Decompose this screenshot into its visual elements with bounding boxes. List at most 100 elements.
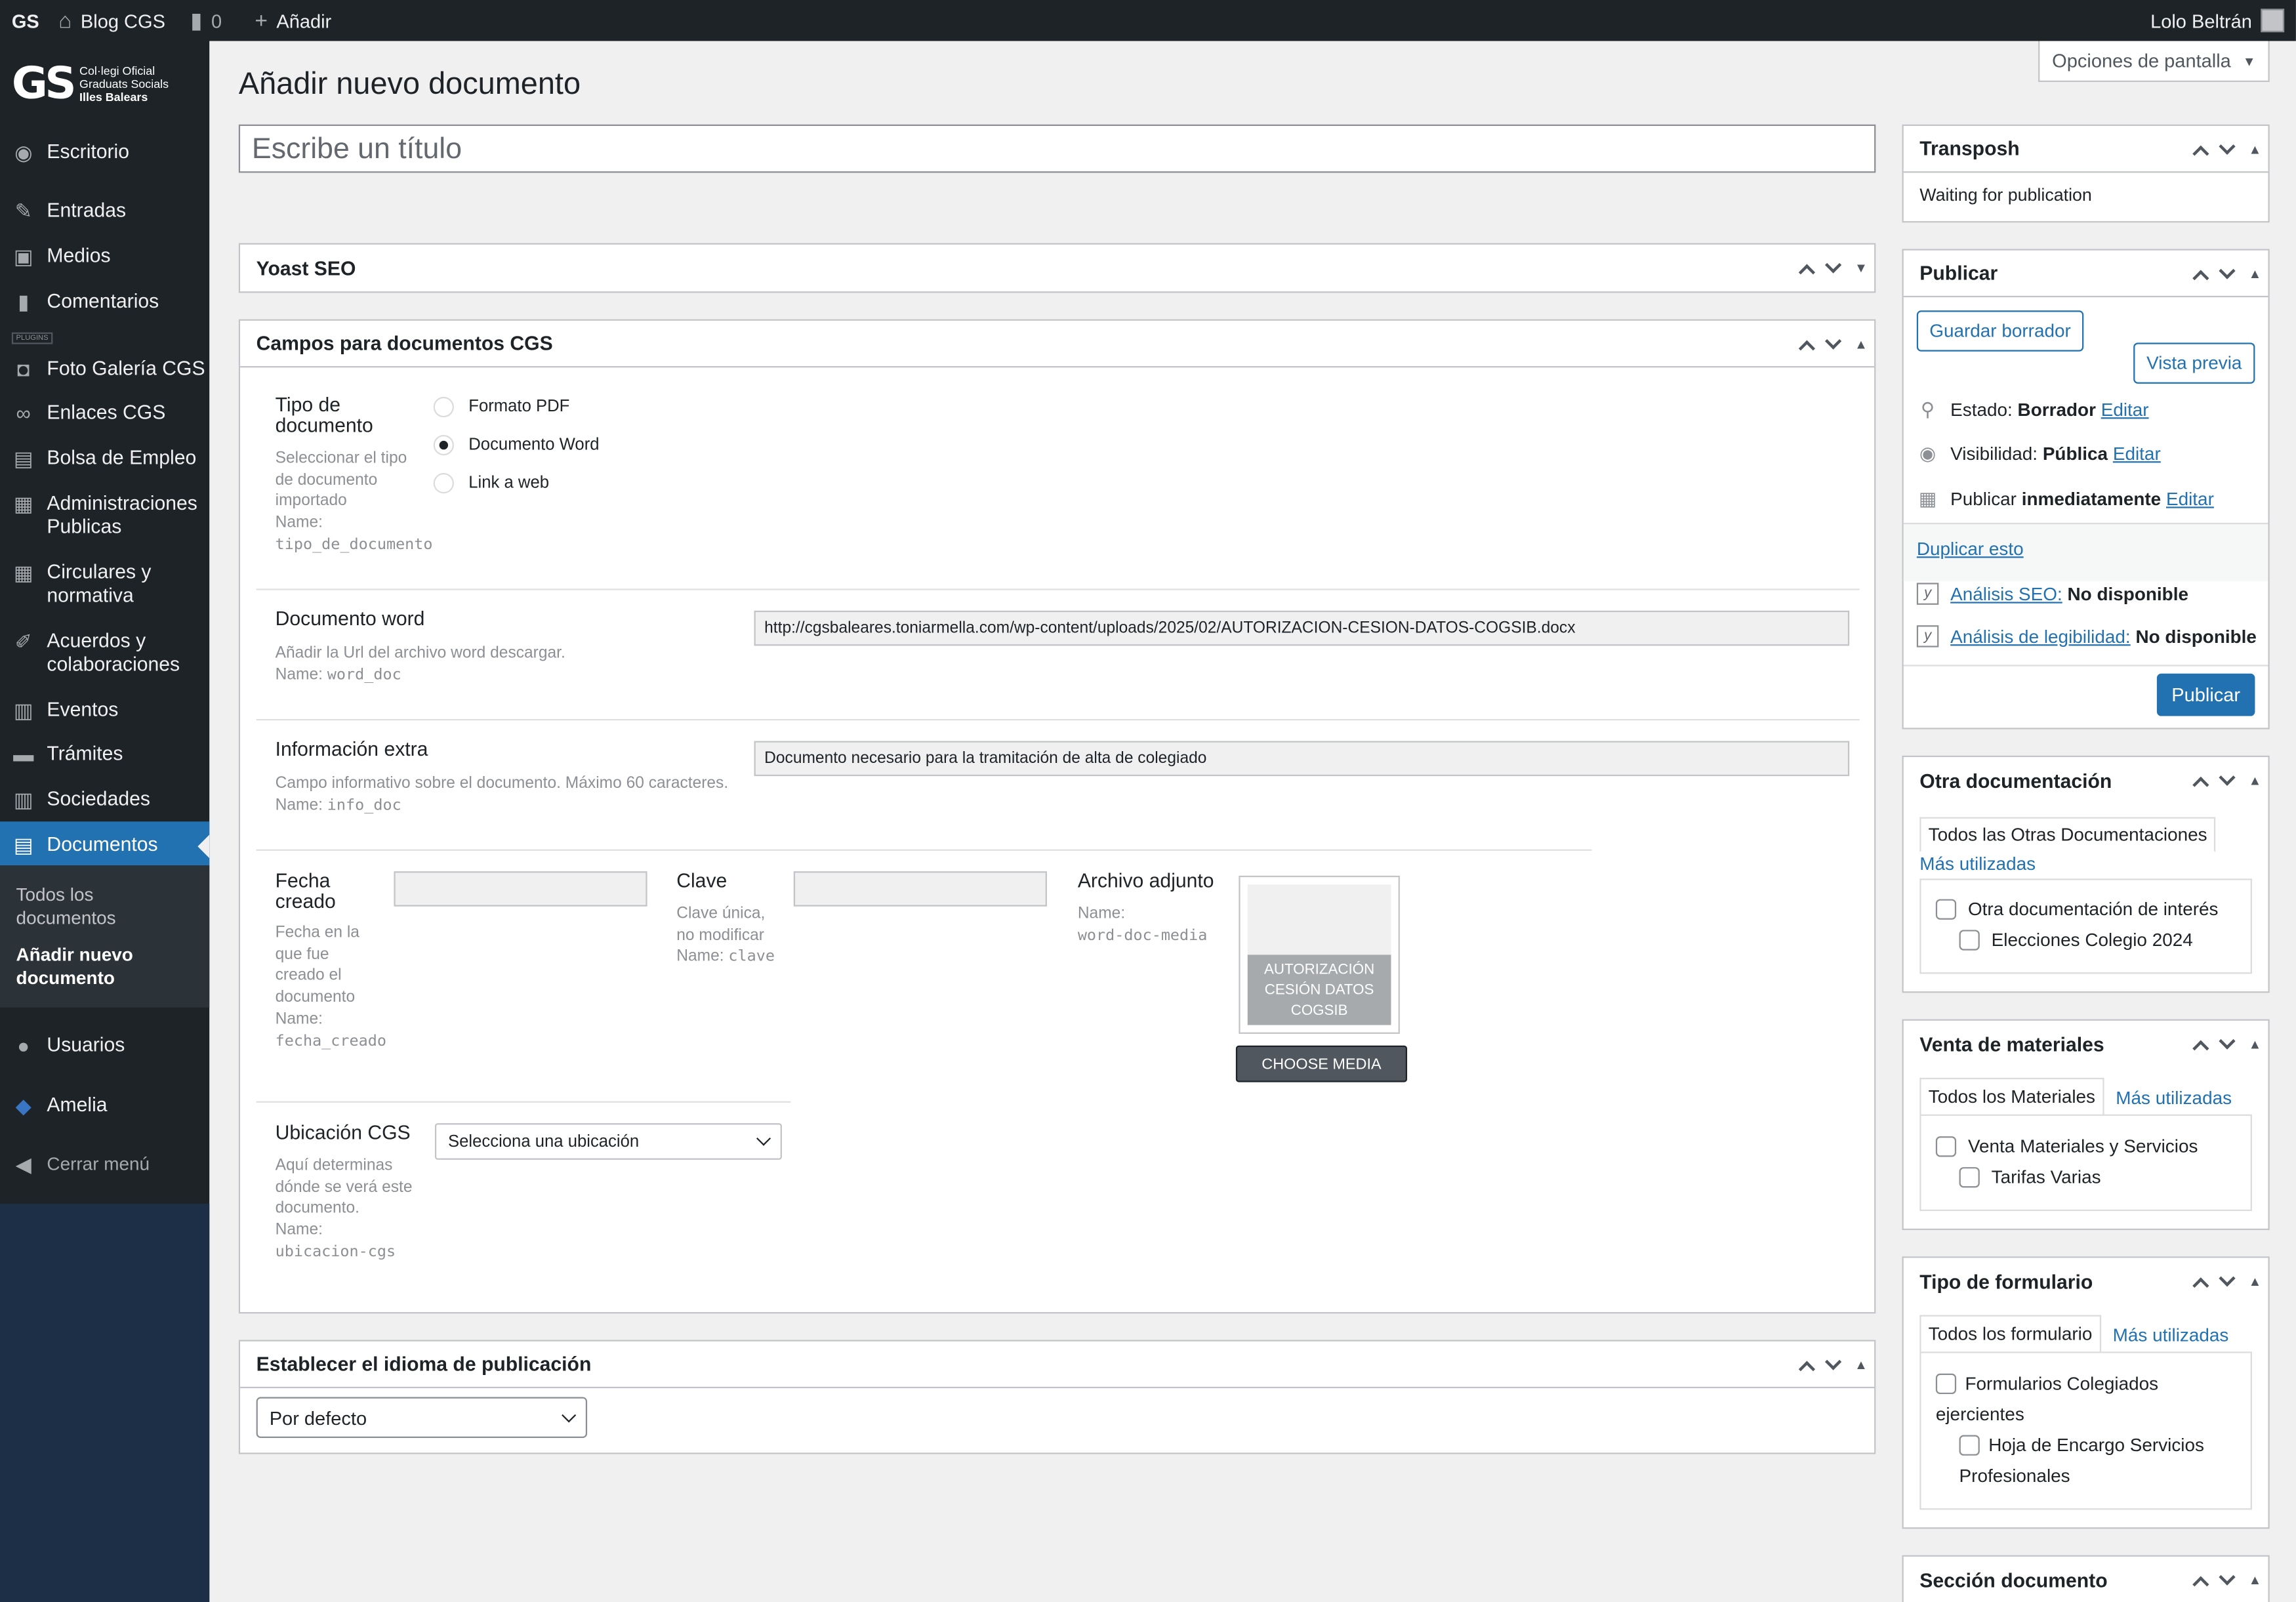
collapse-menu-button[interactable]: ◀ Cerrar menú [0, 1153, 209, 1179]
move-down-icon[interactable] [1824, 1353, 1842, 1370]
readability-link[interactable]: Análisis de legibilidad: [1950, 626, 2131, 646]
checkbox-item[interactable]: Tarifas Varias [1959, 1162, 2101, 1193]
publish-button[interactable]: Publicar [2156, 673, 2255, 716]
checkbox-item[interactable]: Hoja de Encargo Servicios Profesionales [1959, 1431, 2238, 1492]
toggle-panel-icon[interactable]: ▼ [1854, 260, 1868, 275]
checkbox[interactable] [1935, 899, 1957, 920]
brand-logo: GS Col·legi Oficial Graduats Socials Ill… [12, 56, 202, 112]
checkbox[interactable] [1959, 1435, 1980, 1456]
screen-options-button[interactable]: Opciones de pantalla ▼ [2038, 41, 2270, 83]
sidebar-item-medios[interactable]: ▣ Medios [0, 245, 209, 271]
yoast-seo-header[interactable]: Yoast SEO [240, 245, 1874, 291]
sidebar-item-tramites[interactable]: ▬ Trámites [0, 743, 209, 769]
tab-todos[interactable]: Todos los Materiales [1919, 1077, 2104, 1116]
sidebar-item-administraciones[interactable]: ▦ Administraciones Publicas [0, 492, 209, 542]
sidebar-item-eventos[interactable]: ▥ Eventos [0, 699, 209, 725]
sidebar-item-bolsa-empleo[interactable]: ▤ Bolsa de Empleo [0, 447, 209, 473]
move-up-icon[interactable] [2192, 1575, 2209, 1592]
radio-formato-pdf[interactable]: Formato PDF [433, 396, 569, 418]
move-up-icon[interactable] [2192, 1277, 2209, 1294]
move-up-icon[interactable] [1798, 1360, 1816, 1377]
seo-analysis-link[interactable]: Análisis SEO: [1950, 584, 2062, 604]
checkbox[interactable] [1959, 930, 1980, 951]
sidebar-item-circulares[interactable]: ▦ Circulares y normativa [0, 561, 209, 611]
edit-schedule-link[interactable]: Editar [2166, 489, 2214, 510]
checkbox[interactable] [1935, 1136, 1957, 1157]
sidebar-item-foto-galeria[interactable]: ◘ Foto Galería CGS [0, 358, 209, 384]
idioma-select[interactable]: Por defecto [256, 1397, 588, 1439]
toggle-panel-icon[interactable]: ▲ [2247, 773, 2262, 788]
checkbox-item[interactable]: Venta Materiales y Servicios [1935, 1132, 2198, 1162]
documento-word-input[interactable]: http://cgsbaleares.toniarmella.com/wp-co… [754, 610, 1850, 646]
submenu-anadir-documento[interactable]: Añadir nuevo documento [16, 943, 192, 990]
user-account-link[interactable]: Lolo Beltrán [2150, 0, 2285, 41]
move-up-icon[interactable] [1798, 263, 1816, 280]
move-down-icon[interactable] [2219, 262, 2236, 279]
radio-button[interactable] [433, 473, 454, 494]
toggle-panel-icon[interactable]: ▲ [1854, 337, 1868, 351]
sidebar-item-enlaces[interactable]: ∞ Enlaces CGS [0, 401, 209, 428]
submenu-todos-documentos[interactable]: Todos los documentos [16, 883, 192, 930]
sidebar-item-escritorio[interactable]: ◉ Escritorio [0, 140, 209, 167]
move-up-icon[interactable] [2192, 269, 2209, 286]
move-up-icon[interactable] [2192, 144, 2209, 161]
wp-logo-icon[interactable]: GS [12, 0, 39, 41]
admin-bar-logo[interactable]: GS [12, 10, 39, 31]
info-extra-input[interactable]: Documento necesario para la tramitación … [754, 741, 1850, 777]
tab-mas-utilizadas[interactable]: Más utilizadas [2104, 1080, 2239, 1116]
duplicate-link[interactable]: Duplicar esto [1917, 539, 2024, 559]
toggle-panel-icon[interactable]: ▲ [2247, 1037, 2262, 1051]
edit-status-link[interactable]: Editar [2101, 400, 2149, 420]
move-down-icon[interactable] [2219, 1269, 2236, 1286]
media-preview[interactable]: AUTORIZACIÓN CESIÓN DATOS COGSIB [1239, 875, 1400, 1034]
toggle-panel-icon[interactable]: ▲ [2247, 266, 2262, 281]
checkbox-item[interactable]: Elecciones Colegio 2024 [1959, 926, 2193, 956]
checkbox-item[interactable]: Formularios Colegiados ejercientes [1935, 1369, 2244, 1431]
sidebar-item-documentos[interactable]: ▤ Documentos [0, 821, 210, 866]
add-new-link[interactable]: + Añadir [255, 0, 331, 41]
checkbox[interactable] [1959, 1167, 1980, 1188]
move-up-icon[interactable] [1798, 339, 1816, 356]
toggle-panel-icon[interactable]: ▲ [1854, 1357, 1868, 1372]
toggle-panel-icon[interactable]: ▲ [2247, 142, 2262, 157]
save-draft-button[interactable]: Guardar borrador [1916, 310, 2084, 352]
tab-todos[interactable]: Todos las Otras Documentaciones [1919, 817, 2217, 853]
toggle-panel-icon[interactable]: ▲ [2247, 1572, 2262, 1587]
move-down-icon[interactable] [1824, 332, 1842, 349]
sidebar-item-comentarios[interactable]: ▮ Comentarios [0, 290, 209, 316]
move-down-icon[interactable] [1824, 256, 1842, 273]
move-down-icon[interactable] [2219, 1032, 2236, 1049]
info-extra-desc-text: Campo informativo sobre el documento. Má… [275, 774, 729, 792]
sidebar-item-entradas[interactable]: ✎ Entradas [0, 199, 209, 226]
campos-header[interactable]: Campos para documentos CGS [240, 321, 1875, 368]
site-name-link[interactable]: ⌂ Blog CGS [58, 0, 165, 41]
choose-media-button[interactable]: CHOOSE MEDIA [1235, 1045, 1408, 1082]
sidebar-item-acuerdos[interactable]: ✐ Acuerdos y colaboraciones [0, 630, 209, 680]
move-up-icon[interactable] [2192, 1039, 2209, 1056]
tab-mas-utilizadas[interactable]: Más utilizadas [1919, 853, 2036, 874]
move-down-icon[interactable] [2219, 1568, 2236, 1585]
post-title-input[interactable]: Escribe un título [238, 124, 1876, 173]
sidebar-item-usuarios[interactable]: ● Usuarios [0, 1034, 209, 1060]
radio-link-web[interactable]: Link a web [433, 473, 549, 494]
radio-button-checked[interactable] [433, 434, 454, 456]
move-down-icon[interactable] [2219, 768, 2236, 785]
checkbox-item[interactable]: Otra documentación de interés [1935, 895, 2218, 926]
edit-visibility-link[interactable]: Editar [2113, 443, 2161, 464]
fecha-creado-input[interactable] [394, 871, 647, 907]
tab-mas-utilizadas[interactable]: Más utilizadas [2101, 1318, 2236, 1353]
checkbox[interactable] [1935, 1373, 1957, 1395]
idioma-header[interactable]: Establecer el idioma de publicación [240, 1342, 1875, 1389]
clave-input[interactable] [793, 871, 1047, 907]
sidebar-item-sociedades[interactable]: ▥ Sociedades [0, 788, 209, 814]
tab-todos[interactable]: Todos los formulario [1919, 1315, 2101, 1353]
radio-button[interactable] [433, 396, 454, 418]
move-up-icon[interactable] [2192, 775, 2209, 792]
move-down-icon[interactable] [2219, 137, 2236, 154]
ubicacion-select[interactable]: Selecciona una ubicación [434, 1123, 782, 1160]
sidebar-item-amelia[interactable]: ◆ Amelia [0, 1094, 209, 1120]
radio-documento-word[interactable]: Documento Word [433, 434, 600, 456]
toggle-panel-icon[interactable]: ▲ [2247, 1274, 2262, 1288]
preview-button[interactable]: Vista previa [2133, 342, 2255, 384]
comments-link[interactable]: ▮ 0 [190, 0, 222, 41]
